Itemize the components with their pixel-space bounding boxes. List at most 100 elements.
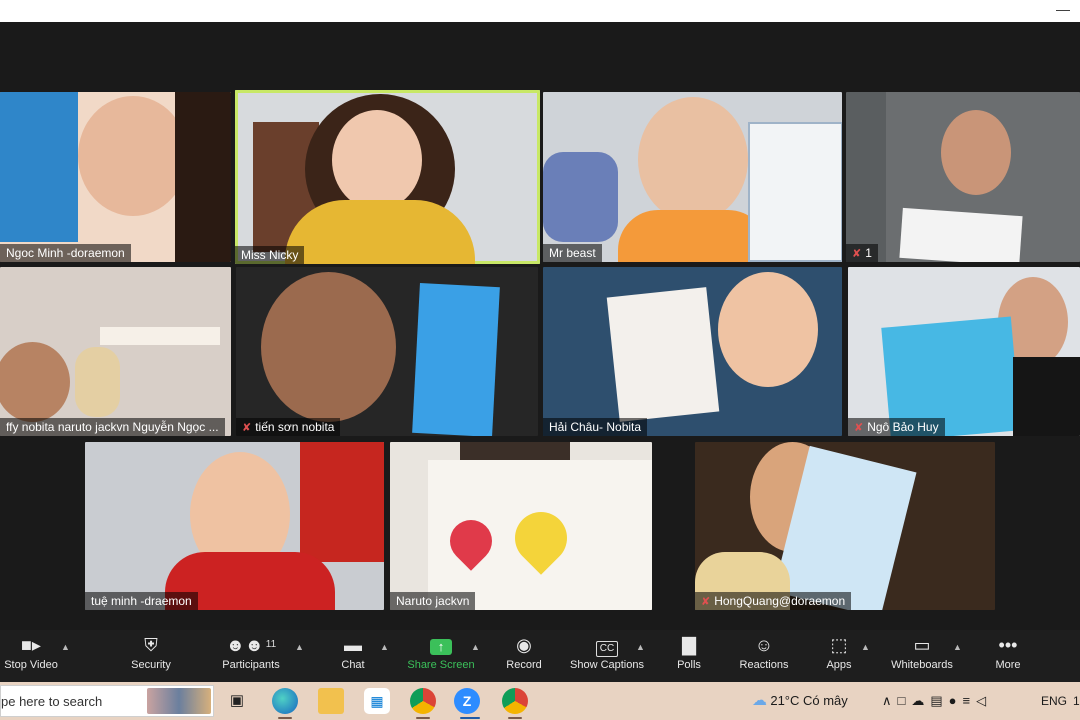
doll (75, 347, 120, 417)
minimize-icon[interactable]: — (1056, 2, 1070, 16)
clock-fragment[interactable]: 1 (1073, 682, 1080, 720)
participant-name: Hải Châu- Nobita (543, 418, 648, 436)
record-button[interactable]: ◉ Record (500, 630, 548, 682)
dark-shirt (1013, 357, 1080, 436)
shield-icon: ⛨ (144, 635, 158, 655)
participant-face (718, 272, 818, 387)
bar-chart-icon: ▇ (682, 635, 696, 655)
reactions-button[interactable]: ☺ Reactions (735, 630, 793, 682)
meeting-controls-bar: ■▸ Stop Video ▲ ⛨ Security ☻☻ 11 Particip… (0, 630, 1080, 682)
chevron-up-icon[interactable]: ∧ (882, 693, 898, 708)
chair (543, 152, 618, 242)
apps-options-caret[interactable]: ▲ (861, 642, 870, 652)
drawing-paper (0, 92, 78, 242)
apps-button[interactable]: ⬚ Apps (820, 630, 858, 682)
cc-icon: CC (568, 630, 646, 658)
system-tray-icons[interactable]: ∧□☁▤●≡◁ (882, 682, 992, 720)
video-tile[interactable]: Mr beast (543, 92, 842, 262)
video-tile[interactable]: ✘ Ngô Bảo Huy (848, 267, 1080, 436)
muted-mic-icon: ✘ (242, 422, 252, 434)
zoom-icon[interactable]: Z (454, 688, 480, 714)
participant-name: Naruto jackvn (390, 592, 476, 610)
windows-taskbar: pe here to search ▣ ▦ Z ☁ 21°C Có mây ∧□… (0, 682, 1080, 720)
chrome-running-indicator (416, 717, 430, 719)
captions-options-caret[interactable]: ▲ (636, 642, 645, 652)
participants-options-caret[interactable]: ▲ (295, 642, 304, 652)
video-tile[interactable]: Ngoc Minh -doraemon (0, 92, 231, 262)
taskbar-search-box[interactable]: pe here to search (0, 685, 214, 717)
video-tile[interactable]: ✘ tiến sơn nobita (236, 267, 538, 436)
volume-icon: ◁ (976, 693, 993, 708)
whiteboard-icon: ▭ (913, 635, 931, 655)
search-highlight-image (147, 688, 211, 714)
edge-browser-icon[interactable] (272, 688, 298, 714)
apps-icon: ⬚ (830, 635, 848, 655)
whiteboards-button[interactable]: ▭ Whiteboards (886, 630, 958, 682)
stop-video-button[interactable]: ■▸ Stop Video (0, 630, 62, 682)
chrome-profile-running-indicator (508, 717, 522, 719)
orange-shirt (618, 210, 768, 262)
video-tile[interactable]: Naruto jackvn (390, 442, 652, 610)
drawing-paper (748, 122, 842, 262)
yellow-hoodie (285, 200, 475, 264)
cloud-icon: ☁ (911, 693, 931, 708)
participant-face (941, 110, 1011, 195)
edge-running-indicator (278, 717, 292, 719)
participant-name: Miss Nicky (235, 246, 305, 264)
video-tile[interactable]: ✘ 1 (846, 92, 1080, 262)
video-gallery: Ngoc Minh -doraemon Miss Nicky Mr beast … (0, 22, 1080, 630)
video-options-caret[interactable]: ▲ (61, 642, 70, 652)
participants-button[interactable]: ☻☻ 11 Participants (216, 630, 286, 682)
file-explorer-icon[interactable] (318, 688, 344, 714)
share-options-caret[interactable]: ▲ (471, 642, 480, 652)
video-tile[interactable]: ffy nobita naruto jackvn Nguyễn Ngọc ... (0, 267, 231, 436)
network-icon: ▤ (930, 693, 949, 708)
video-tile-active-speaker[interactable]: Miss Nicky (235, 90, 540, 264)
chrome-profile-icon[interactable] (502, 688, 528, 714)
search-placeholder: pe here to search (1, 694, 103, 709)
muted-mic-icon: ✘ (701, 596, 711, 608)
participant-name: ✘ Ngô Bảo Huy (848, 418, 945, 436)
chat-options-caret[interactable]: ▲ (380, 642, 389, 652)
participant-name: ✘ tiến sơn nobita (236, 418, 341, 436)
window-title-bar: — (0, 0, 1080, 22)
participant-name: ✘ HongQuang@doraemon (695, 592, 852, 610)
participant-name: Ngoc Minh -doraemon (0, 244, 131, 262)
participants-count: 11 (265, 639, 277, 650)
record-icon: ◉ (516, 635, 532, 655)
share-screen-button[interactable]: ↑ Share Screen (405, 630, 477, 682)
blue-card (412, 283, 500, 436)
whiteboards-options-caret[interactable]: ▲ (953, 642, 962, 652)
language-indicator[interactable]: ENG (1041, 682, 1067, 720)
chat-bubble-icon: ▬ (344, 635, 362, 655)
participant-face (78, 96, 188, 216)
dots-icon: ••• (998, 635, 1018, 655)
participant-name: tuệ minh -draemon (85, 592, 198, 610)
task-view-icon[interactable]: ▣ (224, 688, 250, 714)
more-button[interactable]: ••• More (988, 630, 1028, 682)
video-tile[interactable]: ✘ HongQuang@doraemon (695, 442, 995, 610)
security-button[interactable]: ⛨ Security (122, 630, 180, 682)
cloud-icon: ☁ (752, 692, 767, 709)
muted-mic-icon: ✘ (852, 248, 862, 260)
participant-name: ✘ 1 (846, 244, 878, 262)
participant-name: Mr beast (543, 244, 602, 262)
show-captions-button[interactable]: CC Show Captions (568, 630, 646, 682)
chat-button[interactable]: ▬ Chat (330, 630, 376, 682)
participant-face (332, 110, 422, 210)
emoji-plus-icon: ☺ (754, 635, 774, 655)
participant-face (261, 272, 396, 422)
polls-button[interactable]: ▇ Polls (670, 630, 708, 682)
people-icon: ☻☻ 11 (225, 635, 277, 655)
camera-icon: ■▸ (21, 635, 41, 655)
microsoft-store-icon[interactable]: ▦ (364, 688, 390, 714)
red-card (300, 442, 384, 562)
drawing-paper (606, 287, 720, 422)
ceiling-light (100, 327, 220, 345)
video-tile[interactable]: tuệ minh -draemon (85, 442, 384, 610)
share-arrow-icon: ↑ (405, 630, 477, 658)
video-tile[interactable]: Hải Châu- Nobita (543, 267, 842, 436)
weather-widget[interactable]: ☁ 21°C Có mây (752, 682, 848, 720)
chrome-icon[interactable] (410, 688, 436, 714)
muted-mic-icon: ✘ (854, 422, 864, 434)
